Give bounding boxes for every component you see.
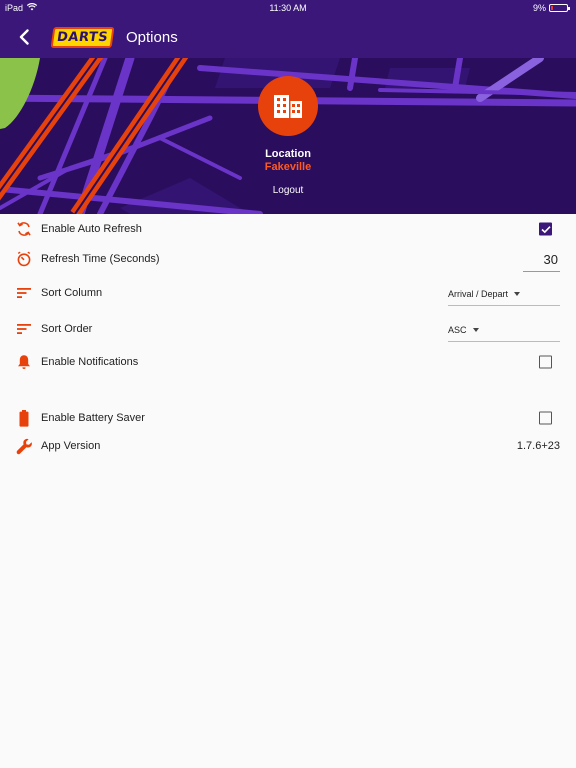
chevron-down-icon [472,327,479,332]
battery-percent: 9% [532,3,546,13]
app-version-value: 1.7.6+23 [516,440,560,452]
setting-auto-refresh[interactable]: Enable Auto Refresh [0,214,576,244]
setting-battery-saver[interactable]: Enable Battery Saver [0,403,576,433]
sort-icon [15,284,33,302]
sort-order-value: ASC [448,324,467,335]
sort-order-label: Sort Order [41,323,93,335]
setting-sort-column: Sort Column Arrival / Depart [0,278,576,308]
refresh-time-label: Refresh Time (Seconds) [41,253,160,265]
sort-order-select[interactable]: ASC [448,318,560,342]
setting-notifications[interactable]: Enable Notifications [0,347,576,377]
refresh-icon [15,220,33,238]
sort-icon [15,320,33,338]
location-title: Location [265,148,311,160]
location-hero: Location Fakeville Logout [0,58,576,214]
logo-text: DARTS [50,26,114,48]
refresh-time-input[interactable]: 30 [523,250,560,272]
page-title: Options [126,28,178,46]
back-arrow-icon [19,29,29,45]
status-right: 9% [532,3,570,13]
setting-sort-order: Sort Order ASC [0,314,576,344]
back-button[interactable] [12,25,36,49]
setting-refresh-time: Refresh Time (Seconds) 30 [0,244,576,274]
logout-button[interactable]: Logout [273,185,304,196]
battery-saver-label: Enable Battery Saver [41,412,145,424]
darts-logo: DARTS [50,25,114,49]
location-info: Location Fakeville Logout [0,76,576,196]
check-icon [540,225,551,233]
battery-saver-checkbox[interactable] [539,411,552,425]
chevron-down-icon [514,291,521,296]
notifications-label: Enable Notifications [41,356,139,368]
sort-column-label: Sort Column [41,287,103,299]
sort-column-value: Arrival / Depart [448,288,509,299]
location-value[interactable]: Fakeville [265,161,311,173]
location-avatar [258,76,318,136]
sort-column-select[interactable]: Arrival / Depart [448,282,560,306]
battery-icon [15,409,33,427]
battery-status-icon [549,4,570,12]
status-bar: iPad 11:30 AM 9% [0,0,576,16]
auto-refresh-checkbox[interactable] [539,222,552,236]
auto-refresh-label: Enable Auto Refresh [41,223,142,235]
wrench-icon [15,437,33,455]
app-version-label: App Version [41,440,101,452]
building-icon [274,95,302,118]
timer-icon [15,250,33,268]
setting-app-version: App Version 1.7.6+23 [0,431,576,461]
bell-icon [15,353,33,371]
notifications-checkbox[interactable] [539,355,552,369]
app-bar: DARTS Options [0,16,576,58]
status-time: 11:30 AM [269,3,307,13]
